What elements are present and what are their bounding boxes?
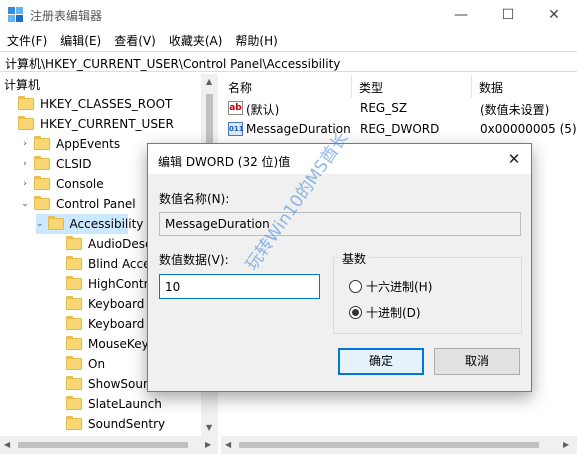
tree-item-label: SoundSentry [88,417,166,431]
value-name-label: 数值名称(N): [159,192,230,206]
tree-item[interactable]: › AppEvents [20,134,120,154]
value-data-input[interactable] [159,274,320,299]
chevron-down-icon[interactable]: ⌄ [20,199,30,209]
scroll-right-arrow-icon[interactable]: ▶ [563,440,569,449]
tree-item-label: HKEY_CURRENT_USER [40,117,174,131]
base-group-label: 基数 [339,250,370,267]
tree-item[interactable]: ⌄ Control Panel [20,194,136,214]
tree-item[interactable]: Keyboard Pr [52,294,160,314]
tree-item-label: On [88,357,106,371]
folder-icon [66,236,82,250]
folder-icon [34,156,50,170]
radio-hexadecimal[interactable]: 十六进制(H) [349,278,432,295]
list-horizontal-scrollbar[interactable]: ◀ ▶ [221,436,577,454]
window-titlebar: 注册表编辑器 — ☐ ✕ [0,0,577,29]
folder-icon [66,416,82,430]
tree-item-label: AppEvents [56,137,121,151]
edit-dword-dialog: 编辑 DWORD (32 位)值 ✕ 数值名称(N): MessageDurat… [147,143,532,392]
folder-icon [66,356,82,370]
radio-hexadecimal-label: 十六进制(H) [366,280,433,294]
folder-icon [34,136,50,150]
dialog-close-button[interactable]: ✕ [503,150,525,170]
folder-icon [47,216,64,230]
tree-item-label: 计算机 [4,77,41,92]
close-button[interactable]: ✕ [531,0,577,29]
scroll-right-arrow-icon[interactable]: ▶ [205,440,211,449]
folder-icon [18,116,34,130]
value-name-field: MessageDuration [159,212,521,236]
tree-item-label: Accessibility [69,217,144,231]
window-title: 注册表编辑器 [30,9,103,23]
ok-button[interactable]: 确定 [338,348,424,375]
column-header-name[interactable]: 名称 [221,74,352,98]
radio-checked-icon[interactable] [349,306,362,319]
menu-view[interactable]: 查看(V) [107,29,162,50]
tree-item-label: Console [56,177,104,191]
scroll-left-arrow-icon[interactable]: ◀ [4,440,10,449]
maximize-button[interactable]: ☐ [485,0,531,29]
folder-icon [66,276,82,290]
menu-edit[interactable]: 编辑(E) [53,29,107,50]
cell-name: (默认) [246,103,280,117]
tree-item[interactable]: HKEY_CURRENT_USER [4,114,174,134]
minimize-button[interactable]: — [438,0,484,29]
radio-decimal[interactable]: 十进制(D) [349,304,421,321]
folder-icon [66,256,82,270]
menu-bar: 文件(F) 编辑(E) 查看(V) 收藏夹(A) 帮助(H) [0,29,577,50]
scroll-down-arrow-icon[interactable]: ▼ [206,423,212,432]
tree-item-label: HKEY_CLASSES_ROOT [40,97,173,111]
chevron-down-icon[interactable]: ⌄ [36,219,44,229]
chevron-right-icon[interactable]: › [20,139,30,149]
scroll-left-arrow-icon[interactable]: ◀ [225,440,231,449]
scrollbar-thumb[interactable] [239,442,539,448]
menu-favorites[interactable]: 收藏夹(A) [162,29,229,50]
tree-item[interactable]: On [52,354,105,374]
string-value-icon: ab [228,101,243,115]
folder-icon [66,396,82,410]
tree-item[interactable]: › CLSID [20,154,91,174]
folder-icon [66,376,82,390]
value-data-label: 数值数据(V): [159,253,229,267]
menu-file[interactable]: 文件(F) [0,29,53,50]
tree-item[interactable]: SoundSentry [52,414,165,434]
folder-icon [66,316,82,330]
tree-item-label: Control Panel [56,197,136,211]
folder-icon [66,336,82,350]
column-header-type[interactable]: 类型 [352,74,472,98]
dialog-title: 编辑 DWORD (32 位)值 [158,155,291,169]
tree-item-label: MouseKeys [88,337,155,351]
folder-icon [34,196,50,210]
tree-horizontal-scrollbar[interactable]: ◀ ▶ [0,436,218,454]
radio-unchecked-icon[interactable] [349,280,362,293]
tree-item-label: CLSID [56,157,92,171]
cell-data: (数值未设置) [480,103,550,117]
folder-icon [66,296,82,310]
address-bar[interactable]: 计算机\HKEY_CURRENT_USER\Control Panel\Acce… [0,51,577,72]
tree-root-computer[interactable]: 计算机 [4,74,40,94]
tree-item-label: SlateLaunch [88,397,162,411]
tree-item[interactable]: MouseKeys [52,334,155,354]
table-row[interactable]: ab (默认) REG_SZ (数值未设置) [221,98,577,119]
tree-item[interactable]: SlateLaunch [52,394,162,414]
scrollbar-thumb[interactable] [18,442,188,448]
binary-value-icon: 011 [228,122,244,136]
cell-data: 0x00000005 (5) [480,122,577,136]
cancel-button[interactable]: 取消 [434,348,520,375]
chevron-right-icon[interactable]: › [20,159,30,169]
column-header-data[interactable]: 数据 [472,74,577,98]
scroll-up-arrow-icon[interactable]: ▲ [206,77,212,86]
base-group [333,257,522,334]
tree-item[interactable]: ⌄ Accessibility [36,214,143,234]
folder-icon [18,96,34,110]
table-row[interactable]: 011 MessageDuration REG_DWORD 0x00000005 (5… [221,119,577,140]
cell-type: REG_SZ [360,101,408,115]
menu-help[interactable]: 帮助(H) [228,29,283,50]
cell-type: REG_DWORD [360,122,440,136]
radio-decimal-label: 十进制(D) [366,306,421,320]
folder-icon [34,176,50,190]
tree-item[interactable]: HKEY_CLASSES_ROOT [4,94,172,114]
tree-item[interactable]: › Console [20,174,104,194]
registry-editor-icon [8,7,23,22]
chevron-right-icon[interactable]: › [20,179,30,189]
